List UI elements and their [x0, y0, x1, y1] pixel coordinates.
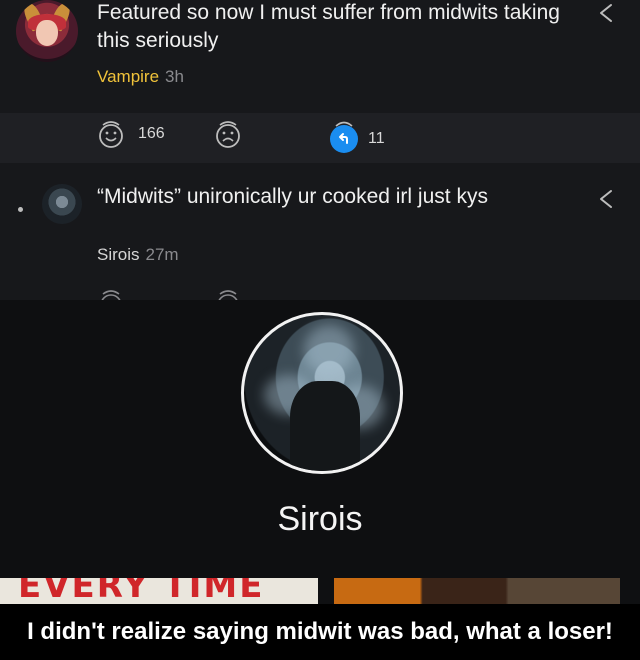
share-icon[interactable]	[593, 186, 619, 212]
comment-action-bar: 166 11	[0, 113, 640, 163]
comment-text: “Midwits” unironically ur cooked irl jus…	[97, 185, 488, 208]
profile-card: Sirois	[0, 300, 640, 590]
video-thumbnail[interactable]: EVERY TIME	[0, 578, 318, 604]
avatar-figure	[290, 381, 360, 471]
avatar-sirois[interactable]	[42, 184, 82, 224]
comment-featured: Featured so now I must suffer from midwi…	[0, 0, 640, 112]
downvote-button[interactable]	[213, 119, 243, 149]
thread-dot	[18, 207, 23, 212]
comment-author[interactable]: Vampire	[97, 67, 159, 86]
frown-face-icon[interactable]	[213, 284, 243, 300]
avatar-smoke	[304, 325, 354, 375]
profile-avatar[interactable]	[241, 312, 403, 474]
avatar-face	[36, 20, 58, 46]
upvote-count: 166	[138, 125, 165, 142]
comment-time: 3h	[165, 67, 184, 86]
thumbnail-text: EVERY TIME	[18, 578, 265, 604]
comment-author[interactable]: Sirois	[97, 245, 140, 264]
comment-meta: Vampire 3h	[97, 67, 184, 87]
comment-text: Featured so now I must suffer from midwi…	[97, 1, 560, 52]
comment-meta: Sirois 27m	[97, 245, 179, 265]
frown-face-icon	[216, 121, 240, 148]
smiley-face-icon	[99, 121, 123, 148]
caption-text: I didn't realize saying midwit was bad, …	[27, 618, 613, 645]
comment-reply: “Midwits” unironically ur cooked irl jus…	[0, 170, 640, 300]
smiley-face-icon[interactable]	[96, 284, 126, 300]
upvote-button[interactable]: 166	[96, 119, 165, 149]
profile-name: Sirois	[277, 500, 363, 538]
avatar-vampire[interactable]	[16, 0, 78, 62]
reply-badge-wrap	[330, 119, 358, 153]
video-thumbnail[interactable]	[334, 578, 620, 604]
comment-thread: Featured so now I must suffer from midwi…	[0, 0, 640, 300]
meme-caption: I didn't realize saying midwit was bad, …	[0, 604, 640, 660]
reply-count: 11	[368, 130, 385, 147]
share-icon[interactable]	[593, 0, 619, 26]
reply-arrow-icon	[330, 125, 358, 153]
comment-time: 27m	[145, 245, 179, 264]
reply-button[interactable]: 11	[330, 119, 385, 153]
